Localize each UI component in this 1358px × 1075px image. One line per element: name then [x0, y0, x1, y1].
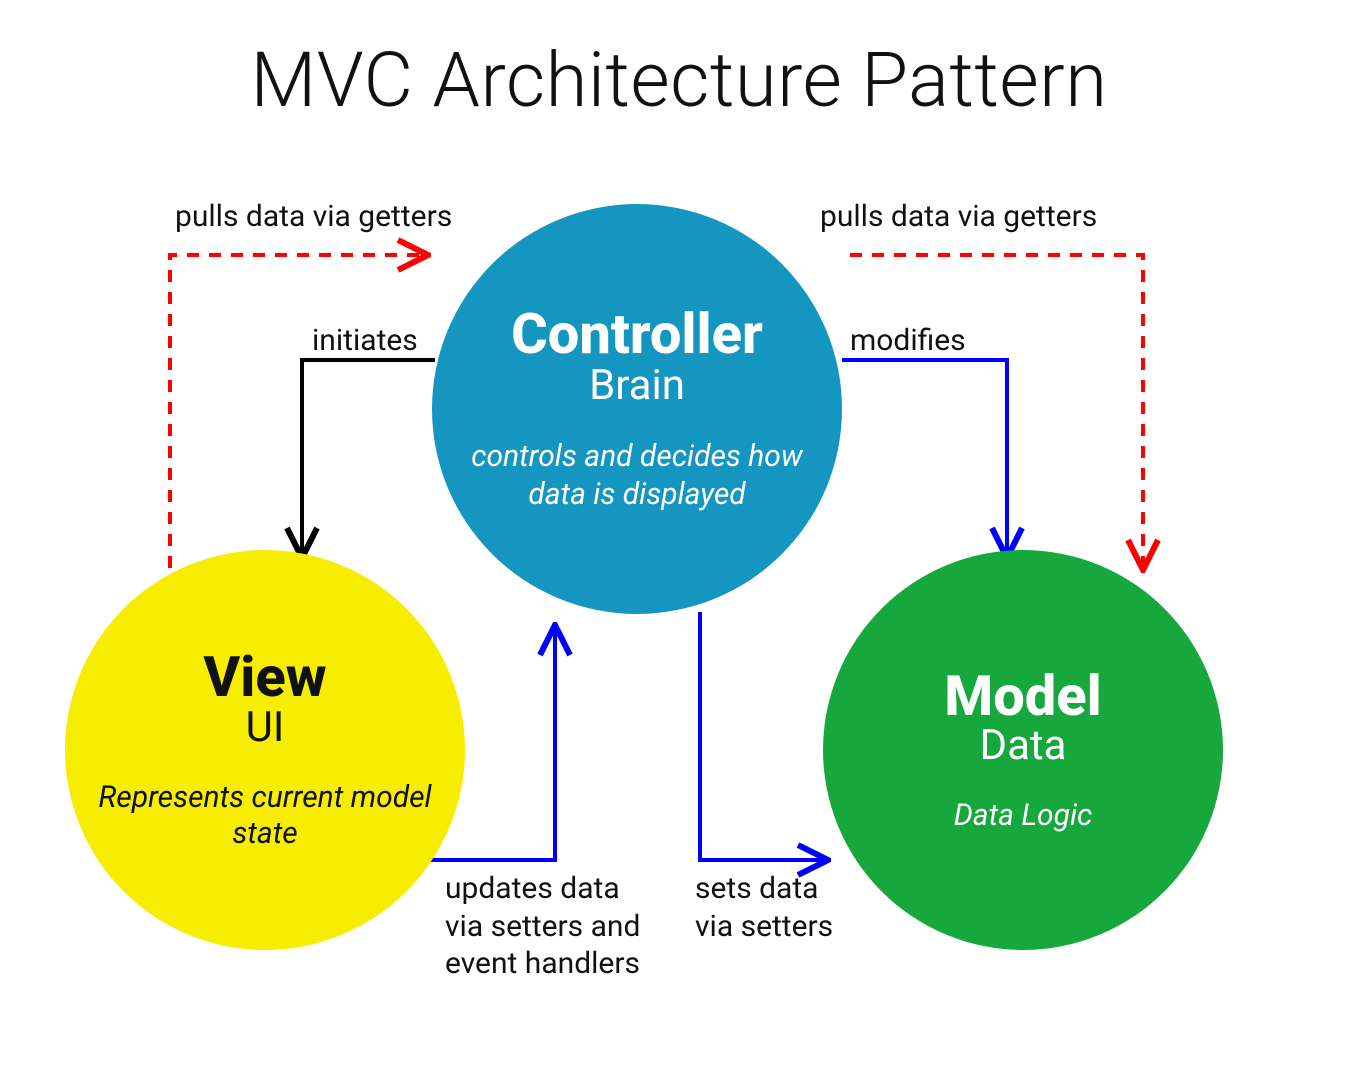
controller-subtitle: Brain [589, 361, 685, 410]
edge-controller-initiates-view [302, 360, 435, 555]
label-pulls-left: pulls data via getters [175, 198, 452, 236]
label-sets: sets data via setters [695, 870, 855, 945]
edge-controller-sets-model [700, 612, 825, 860]
view-description: Represents current model state [65, 780, 465, 852]
edge-controller-pulls-to-model [850, 255, 1143, 567]
model-node: Model Data Data Logic [823, 550, 1223, 950]
model-name: Model [944, 667, 1102, 726]
label-updates: updates data via setters and event handl… [445, 870, 665, 983]
controller-description: controls and decides how data is display… [432, 438, 842, 513]
model-description: Data Logic [954, 798, 1093, 833]
diagram-title: MVC Architecture Pattern [0, 35, 1358, 125]
label-initiates: initiates [312, 322, 418, 360]
edge-controller-modifies-model [842, 360, 1007, 555]
mvc-diagram: MVC Architecture Pattern Controlle [0, 0, 1358, 1075]
edge-view-pulls-to-controller [170, 255, 425, 590]
label-pulls-right: pulls data via getters [820, 198, 1097, 236]
view-name: View [203, 648, 326, 707]
label-modifies: modifies [850, 322, 966, 360]
view-node: View UI Represents current model state [65, 550, 465, 950]
model-subtitle: Data [980, 721, 1067, 770]
controller-node: Controller Brain controls and decides ho… [432, 204, 842, 614]
view-subtitle: UI [246, 703, 285, 752]
controller-name: Controller [511, 305, 763, 364]
